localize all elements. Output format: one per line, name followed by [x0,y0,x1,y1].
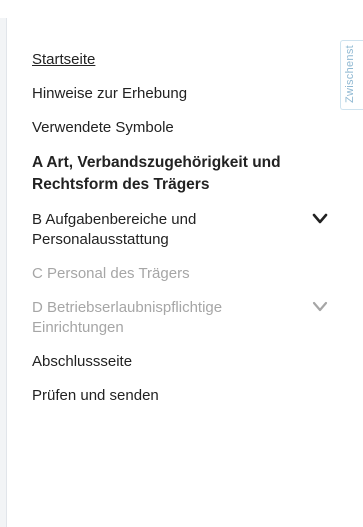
sidebar-item-label: A Art, Verbandszugehörigkeit und Rechtsf… [32,154,281,193]
chevron-down-icon [312,300,328,314]
sidebar-item-label: Startseite [32,51,96,68]
sidebar-item-label: Abschlussseite [32,353,133,370]
page: Startseite Hinweise zur Erhebung Verwend… [0,0,363,527]
side-tab-zwischenstand[interactable]: Zwischenst [340,40,363,110]
sidebar-nav: Startseite Hinweise zur Erhebung Verwend… [32,50,332,420]
sidebar-item-section-b[interactable]: B Aufgabenbereiche und Personalausstattu… [32,210,332,250]
sidebar-item-pruefen-senden[interactable]: Prüfen und senden [32,386,332,406]
sidebar-item-label: B Aufgabenbereiche und Personalausstattu… [32,211,197,248]
sidebar-item-symbole[interactable]: Verwendete Symbole [32,118,332,138]
chevron-down-icon[interactable] [312,212,328,226]
sidebar-item-label: Hinweise zur Erhebung [32,85,188,102]
sidebar-item-section-d: D Betriebserlaubnispflichtige Einrichtun… [32,298,332,338]
sidebar-item-section-c: C Personal des Trägers [32,264,332,284]
side-tab-label: Zwischenst [344,45,356,104]
left-edge-border [0,18,7,527]
sidebar-item-label: C Personal des Trägers [32,265,190,282]
sidebar-item-section-a[interactable]: A Art, Verbandszugehörigkeit und Rechtsf… [32,152,332,196]
sidebar-item-startseite[interactable]: Startseite [32,50,332,70]
sidebar-item-label: D Betriebserlaubnispflichtige Einrichtun… [32,299,223,336]
sidebar-item-label: Prüfen und senden [32,387,159,404]
sidebar-item-hinweise[interactable]: Hinweise zur Erhebung [32,84,332,104]
sidebar-item-abschlussseite[interactable]: Abschlussseite [32,352,332,372]
sidebar-item-label: Verwendete Symbole [32,119,174,136]
